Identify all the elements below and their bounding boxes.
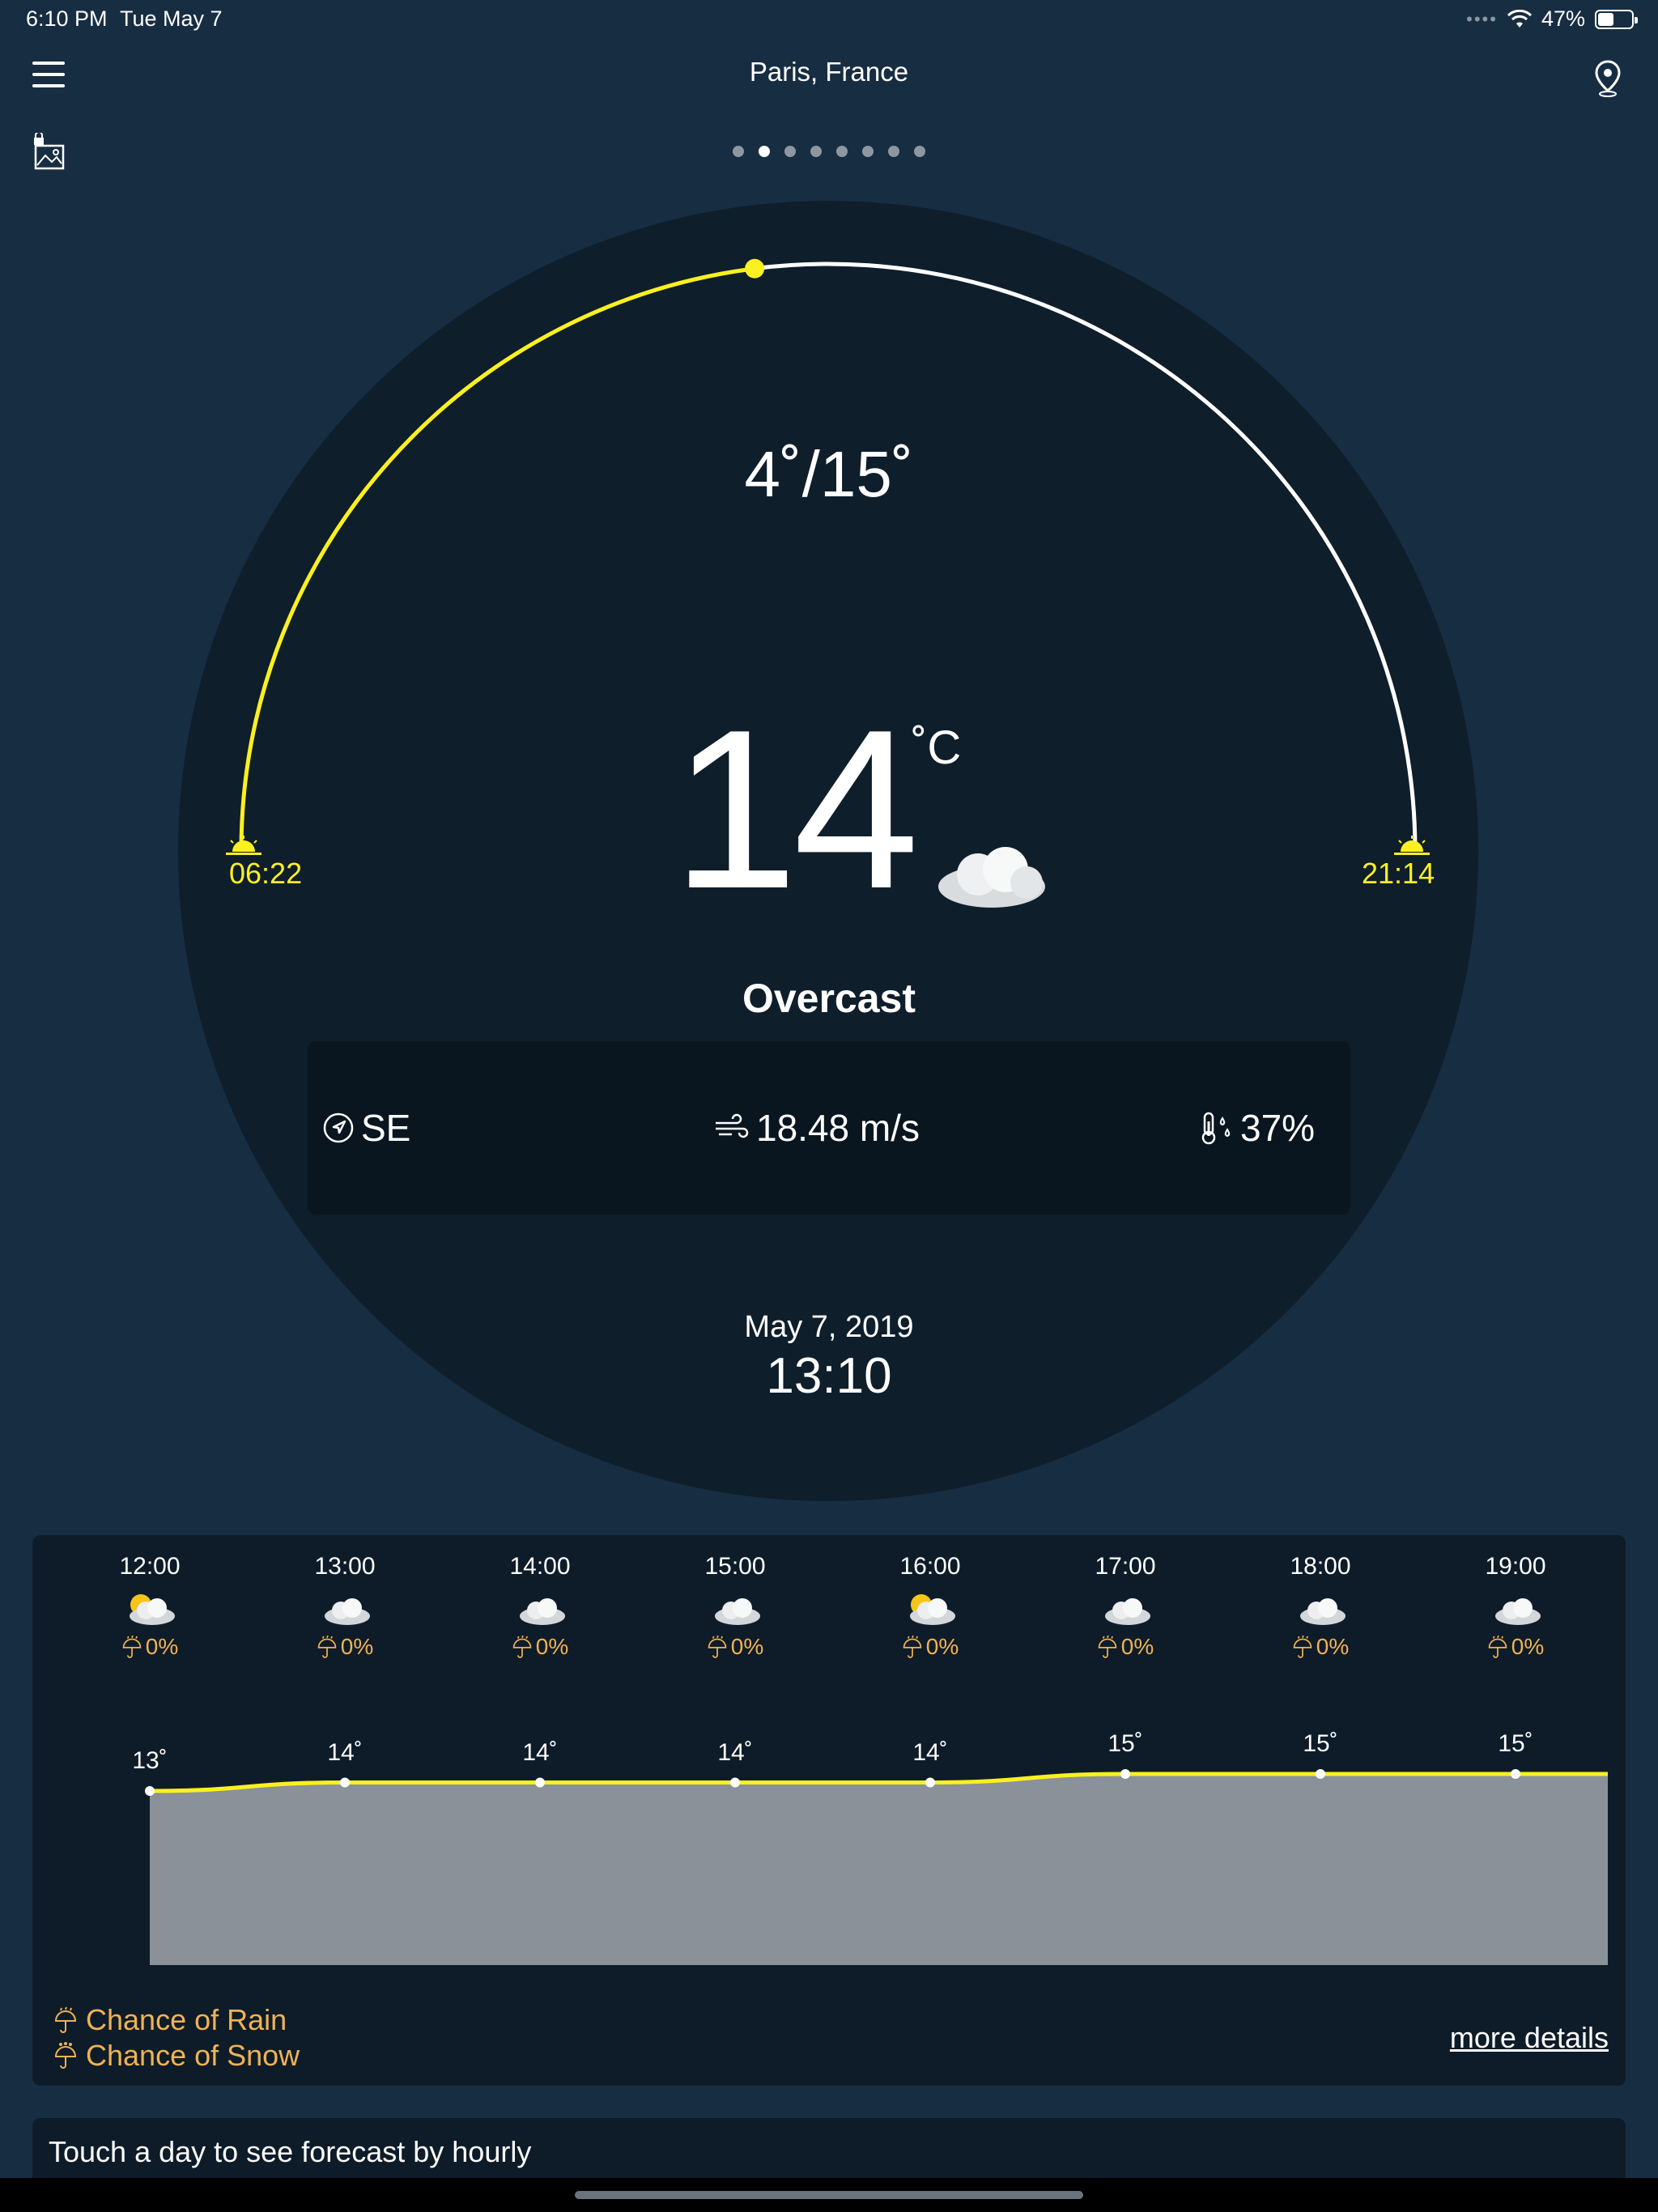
hourly-temperature-chart: [145, 1769, 1608, 1965]
legend-rain-label: Chance of Rain: [86, 2003, 287, 2036]
daily-forecast-hint: Touch a day to see forecast by hourly: [49, 2135, 532, 2168]
legend-snow: Chance of Snow: [53, 2039, 300, 2073]
legend-snow-label: Chance of Snow: [86, 2039, 300, 2072]
temperature-label: 14˚: [522, 1738, 558, 1766]
temperature-point: [1120, 1769, 1130, 1779]
temperature-label: 14˚: [912, 1738, 948, 1766]
umbrella-rain-icon: [54, 2006, 77, 2033]
temperature-area: [150, 1774, 1608, 1965]
more-details-link[interactable]: more details: [1450, 2021, 1609, 2055]
temperature-point: [535, 1777, 545, 1788]
temperature-point: [1511, 1769, 1520, 1779]
temperature-label: 14˚: [717, 1738, 753, 1766]
temperature-label: 14˚: [327, 1738, 363, 1766]
temperature-label: 15˚: [1303, 1730, 1338, 1757]
temperature-label: 13˚: [132, 1747, 168, 1774]
temperature-point: [1316, 1769, 1325, 1779]
temperature-point: [925, 1777, 935, 1788]
home-indicator[interactable]: [575, 2191, 1083, 2199]
temperature-label: 15˚: [1498, 1730, 1533, 1757]
temperature-point: [145, 1786, 155, 1796]
temperature-label: 15˚: [1107, 1730, 1143, 1757]
umbrella-snow-icon: [54, 2042, 77, 2069]
temperature-point: [730, 1777, 740, 1788]
temperature-point: [340, 1777, 350, 1788]
legend-rain: Chance of Rain: [53, 2003, 287, 2037]
